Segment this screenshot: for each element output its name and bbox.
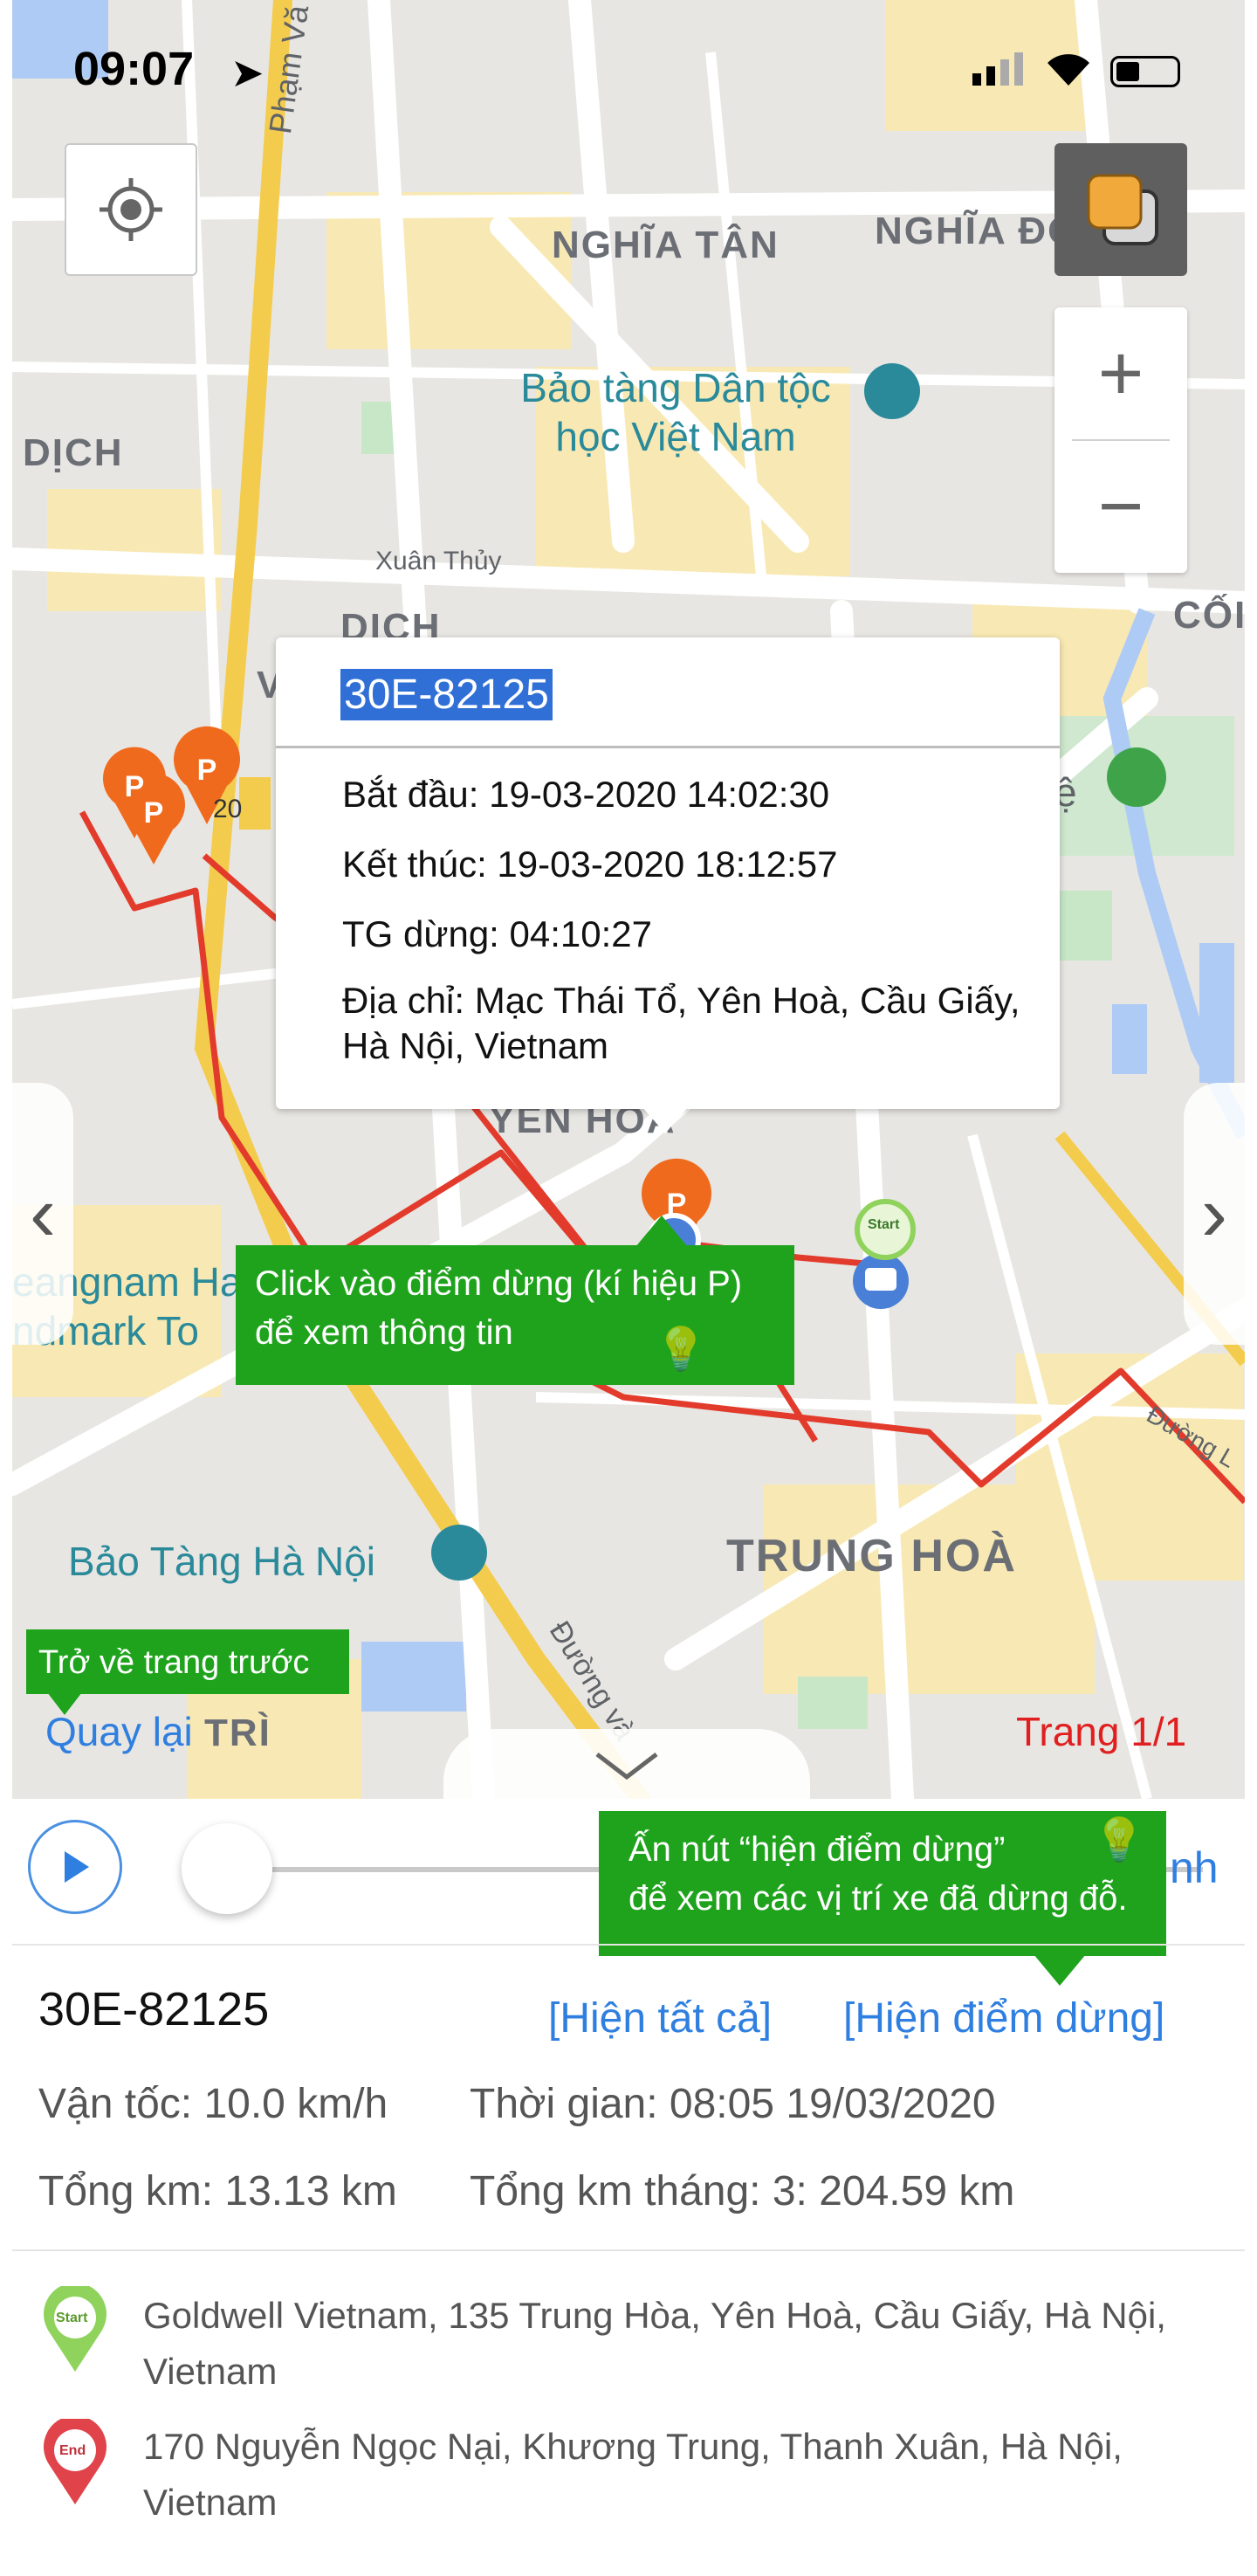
signal-icon — [972, 52, 1023, 86]
hidden-button-text: nh — [1170, 1843, 1219, 1892]
start-pin-label: Start — [56, 2311, 88, 2325]
vehicle-plate: 30E-82125 — [38, 1983, 270, 2035]
zoom-out-button[interactable]: − — [1054, 440, 1187, 573]
popup-tail — [642, 1107, 688, 1133]
end-pin-icon: End — [40, 2415, 110, 2506]
map-label-nghia-tan: NGHĨA TÂN — [552, 224, 780, 266]
divider — [12, 1944, 1245, 1946]
popup-divider — [276, 746, 1060, 748]
crosshair-icon — [100, 178, 162, 241]
end-address: 170 Nguyễn Ngọc Nại, Khương Trung, Thanh… — [143, 2426, 1123, 2523]
lightbulb-icon: 💡 — [1093, 1817, 1145, 1863]
back-link[interactable]: Quay lại — [45, 1708, 193, 1755]
prev-arrow-button[interactable]: ‹ — [12, 1083, 73, 1345]
popup-address: Địa chỉ: Mạc Thái Tổ, Yên Hoà, Cầu Giấy,… — [342, 980, 1020, 1066]
zoom-controls: + − — [1054, 307, 1187, 573]
lightbulb-icon: 💡 — [655, 1326, 707, 1373]
tip-click-stop: Click vào điểm dừng (kí hiệu P) để xem t… — [236, 1245, 794, 1385]
map-label-museum-ethnology: Bảo tàng Dân tộc học Việt Nam — [484, 363, 868, 461]
collapse-handle[interactable] — [443, 1729, 810, 1801]
start-marker[interactable]: Start — [868, 1217, 899, 1233]
play-button[interactable] — [28, 1820, 122, 1914]
popup-stop-duration: TG dừng: 04:10:27 — [342, 913, 653, 954]
start-pin-icon: Start — [40, 2283, 110, 2373]
page-indicator: Trang 1/1 — [1016, 1709, 1187, 1754]
status-time: 09:07 — [73, 43, 195, 95]
divider — [12, 2249, 1245, 2251]
popup-title: 30E-82125 — [340, 669, 553, 720]
month-km-text: Tổng km tháng: 3: 204.59 km — [470, 2168, 1015, 2214]
my-location-button[interactable] — [65, 143, 197, 276]
popup-end-time: Kết thúc: 19-03-2020 18:12:57 — [342, 844, 838, 885]
museum-line-1: Bảo tàng Dân tộc — [520, 365, 831, 410]
tip-back: Trở về trang trước — [26, 1629, 349, 1694]
start-address: Goldwell Vietnam, 135 Trung Hòa, Yên Hoà… — [143, 2295, 1166, 2392]
show-stops-button[interactable]: [Hiện điểm dừng] — [843, 1994, 1164, 2042]
show-all-button[interactable]: [Hiện tất cả] — [548, 1994, 772, 2042]
map-label-xuan-thuy: Xuân Thủy — [375, 547, 502, 575]
parking-symbol: P — [125, 770, 145, 803]
time-text: Thời gian: 08:05 19/03/2020 — [470, 2081, 996, 2127]
battery-icon — [1110, 56, 1180, 87]
zoom-in-button[interactable]: + — [1054, 307, 1187, 440]
tip-show-stops-line-1: Ấn nút “hiện điểm dừng” — [628, 1830, 1006, 1869]
map-layers-button[interactable] — [1054, 143, 1187, 276]
map-label-dich: DỊCH — [23, 431, 124, 474]
total-km-text: Tổng km: 13.13 km — [38, 2168, 397, 2214]
museum-line-2: học Việt Nam — [555, 414, 796, 459]
stop-info-popup: 30E-82125 Bắt đầu: 19-03-2020 14:02:30 K… — [276, 637, 1060, 1109]
playback-slider-knob[interactable] — [182, 1823, 272, 1914]
map-label-bao-tang-ha-noi: Bảo Tàng Hà Nội — [68, 1539, 376, 1584]
map-label-nghia-do: NGHĨA ĐÔ — [875, 210, 1080, 252]
parking-symbol: P — [197, 754, 217, 787]
play-icon — [65, 1851, 89, 1883]
tip-show-stops-tail — [1034, 1954, 1086, 1986]
map-label-trung-hoa: TRUNG HOÀ — [726, 1531, 1017, 1581]
popup-start-time: Bắt đầu: 19-03-2020 14:02:30 — [342, 774, 830, 815]
speed-text: Vận tốc: 10.0 km/h — [38, 2081, 388, 2127]
layers-icon — [1087, 174, 1158, 245]
map-label-road-20: 20 — [213, 795, 243, 823]
map-label-coi: CỐI — [1173, 594, 1245, 637]
next-arrow-button[interactable]: › — [1184, 1083, 1245, 1345]
map-label-tri: TRÌ — [204, 1712, 271, 1754]
tip-show-stops: Ấn nút “hiện điểm dừng” để xem các vị tr… — [599, 1811, 1166, 1956]
tip-click-stop-line-1: Click vào điểm dừng (kí hiệu P) — [255, 1264, 743, 1303]
tip-tail — [635, 1216, 688, 1247]
end-pin-label: End — [59, 2443, 86, 2458]
location-arrow-icon: ➤ — [230, 50, 264, 95]
tip-show-stops-line-2: để xem các vị trí xe đã dừng đỗ. — [628, 1879, 1128, 1918]
parking-symbol: P — [144, 796, 164, 830]
chevron-down-icon — [595, 1753, 658, 1780]
wifi-icon — [1044, 49, 1093, 87]
